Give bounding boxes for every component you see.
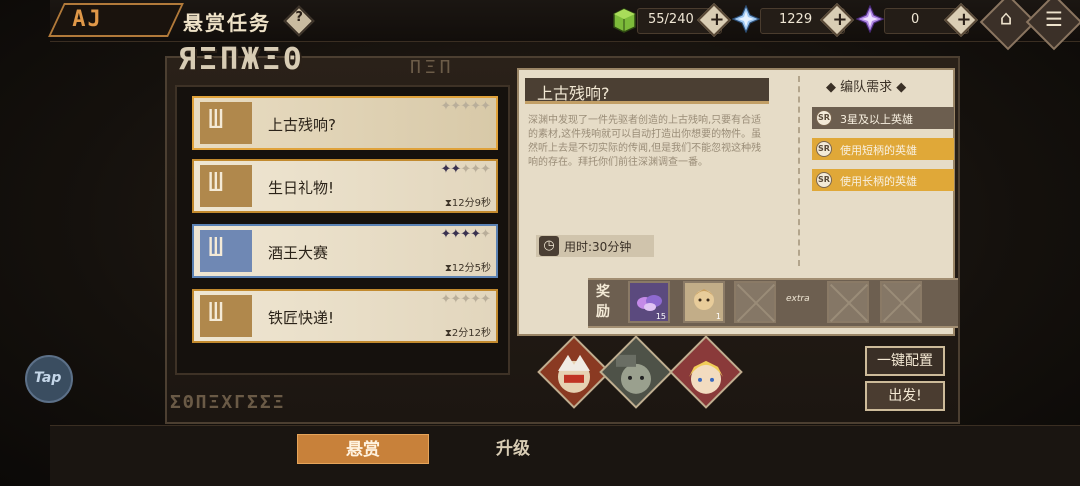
extra-reward-slot-empty xyxy=(880,281,922,323)
plus-icon: + xyxy=(709,8,725,30)
quest-description: 深渊中发现了一件先驱者创造的上古残响,只要有合适的素材,这件残响就可以自动打造出… xyxy=(528,115,762,168)
premium-resource: 0 + xyxy=(884,3,978,37)
requirement-text: 使用长柄的英雄 xyxy=(840,175,917,188)
quest-item[interactable]: Ш 酒王大赛 ✦✦✦✦✦ ⧗12分5秒 xyxy=(192,224,498,278)
plus-icon: + xyxy=(956,8,972,30)
quest-name: 上古残响? xyxy=(268,116,336,134)
quest-emblem-icon: Ш xyxy=(200,102,252,144)
quest-emblem-icon: Ш xyxy=(200,165,252,207)
quest-item[interactable]: Ш 上古残响? ✦✦✦✦✦ xyxy=(192,96,498,150)
difficulty-stars: ✦✦✦✦✦ xyxy=(440,292,491,307)
quest-name: 酒王大赛 xyxy=(268,244,329,262)
game-screen: AJ 悬赏任务 ? 55/240 + 1229 + 0 + ⌂ ☰ ЯΞΠЖΞΘ… xyxy=(0,0,1080,486)
tab-bounty[interactable]: 悬赏 xyxy=(297,434,429,464)
rarity-badge-icon: SR xyxy=(816,141,832,157)
quest-detail-title-text: 上古残响? xyxy=(537,84,610,103)
decorative-footer-runes: ΣΘΠΞΧΓΣΣΞ xyxy=(170,392,286,413)
requirements-title-text: 编队需求 xyxy=(840,80,893,95)
blue-crystal-icon xyxy=(732,5,760,33)
plus-icon: + xyxy=(832,8,848,30)
reward-count: 15 xyxy=(655,312,666,321)
clock-icon: ◷ xyxy=(539,236,559,256)
quest-timer-text: 12分5秒 xyxy=(451,263,491,274)
depart-button[interactable]: 出发! xyxy=(865,381,945,411)
difficulty-stars: ✦✦✦✦✦ xyxy=(440,99,491,114)
requirements-title: ◆ 编队需求 ◆ xyxy=(826,80,907,95)
requirement-item: SR 3星及以上英雄 xyxy=(812,107,954,129)
home-icon: ⌂ xyxy=(999,5,1013,30)
quest-timer: ⧗12分5秒 xyxy=(444,263,491,274)
rewards-label: 奖励 xyxy=(596,284,610,320)
quest-timer: ⧗2分12秒 xyxy=(444,328,491,339)
tab-upgrade[interactable]: 升级 xyxy=(447,434,579,464)
quest-detail-title: 上古残响? xyxy=(525,78,769,104)
rarity-badge-icon: SR xyxy=(816,110,832,126)
green-cube-icon xyxy=(613,8,636,33)
quest-name: 铁匠快递! xyxy=(268,309,335,327)
crystal-value: 1229 xyxy=(779,12,813,27)
menu-icon: ☰ xyxy=(1045,7,1063,32)
requirement-item: SR 使用短柄的英雄 xyxy=(812,138,954,160)
page-title: 悬赏任务 xyxy=(183,11,271,35)
rarity-badge-icon: SR xyxy=(816,172,832,188)
requirement-text: 3星及以上英雄 xyxy=(840,113,913,126)
game-logo: AJ xyxy=(48,3,184,37)
tap-assist-button[interactable]: Tap xyxy=(25,355,73,403)
quest-emblem-icon: Ш xyxy=(200,230,252,272)
quest-timer-text: 12分9秒 xyxy=(451,198,491,209)
purple-crystal-icon xyxy=(856,5,884,33)
quest-timer: ⧗12分9秒 xyxy=(444,198,491,209)
quest-emblem-icon: Ш xyxy=(200,295,252,337)
tap-label: Tap xyxy=(34,370,62,386)
stamina-value: 55/240 xyxy=(648,12,694,27)
requirement-item: SR 使用长柄的英雄 xyxy=(812,169,954,191)
difficulty-stars: ✦✦✦✦✦ xyxy=(440,162,491,177)
quest-item[interactable]: Ш 铁匠快递! ✦✦✦✦✦ ⧗2分12秒 xyxy=(192,289,498,343)
crystal-resource: 1229 + xyxy=(760,3,854,37)
reward-slot[interactable]: 1 xyxy=(683,281,725,323)
reward-slot[interactable]: 15 xyxy=(628,281,670,323)
decorative-runes-small: ΠΞΠ xyxy=(410,57,455,78)
divider xyxy=(798,76,800,266)
stamina-resource: 55/240 + xyxy=(637,3,731,37)
quest-item[interactable]: Ш 生日礼物! ✦✦✦✦✦ ⧗12分9秒 xyxy=(192,159,498,213)
duration-text: 用时:30分钟 xyxy=(564,240,632,254)
extra-label: extra xyxy=(786,294,810,304)
auto-assign-button[interactable]: 一键配置 xyxy=(865,346,945,376)
quest-name: 生日礼物! xyxy=(268,179,335,197)
reward-slot-empty xyxy=(734,281,776,323)
requirement-text: 使用短柄的英雄 xyxy=(840,144,917,157)
decorative-runes: ЯΞΠЖΞΘ xyxy=(178,42,305,77)
reward-count: 1 xyxy=(715,312,721,321)
premium-value: 0 xyxy=(911,12,920,27)
help-icon: ? xyxy=(295,10,303,26)
difficulty-stars: ✦✦✦✦✦ xyxy=(440,227,491,242)
logo-text: AJ xyxy=(72,7,103,32)
quest-duration: ◷ 用时:30分钟 xyxy=(536,235,654,257)
extra-reward-slot-empty xyxy=(827,281,869,323)
quest-timer-text: 2分12秒 xyxy=(451,328,491,339)
